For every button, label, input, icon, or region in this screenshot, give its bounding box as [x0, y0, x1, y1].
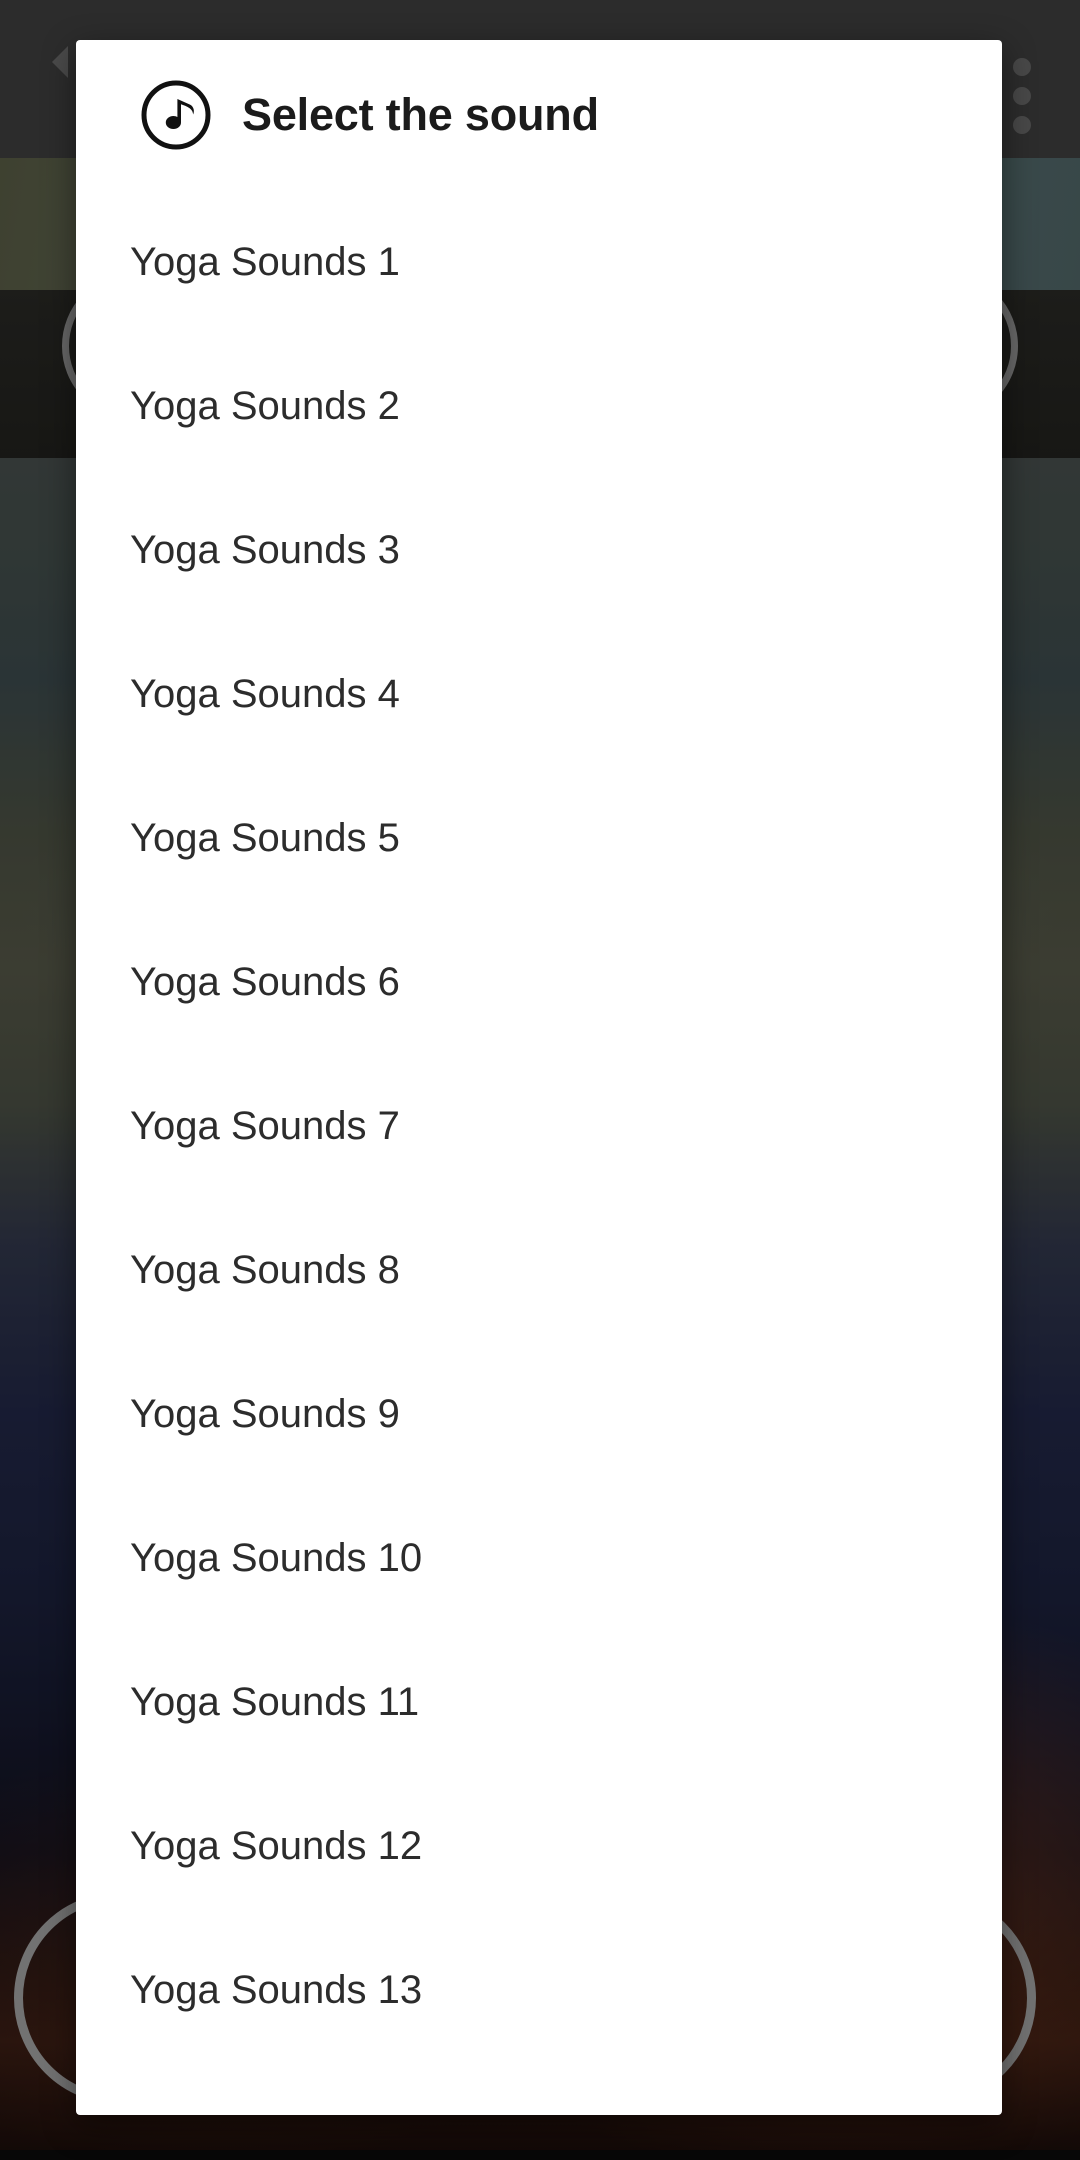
list-item-label: Yoga Sounds 10	[130, 1535, 423, 1580]
list-item-label: Yoga Sounds 7	[130, 1103, 400, 1148]
list-item[interactable]: Yoga Sounds 1	[76, 190, 1002, 334]
page-title: Select the sound	[242, 89, 599, 140]
screen: Select the sound Yoga Sounds 1 Yoga Sound…	[0, 0, 1080, 2160]
list-item-label: Yoga Sounds 1	[130, 239, 400, 284]
list-item[interactable]: Yoga Sounds 6	[76, 910, 1002, 1054]
list-item-label: Yoga Sounds 3	[130, 527, 400, 572]
list-item-label: Yoga Sounds 9	[130, 1391, 400, 1436]
list-item[interactable]: Yoga Sounds 9	[76, 1342, 1002, 1486]
list-item[interactable]: Yoga Sounds 12	[76, 1774, 1002, 1918]
list-item[interactable]: Yoga Sounds 2	[76, 334, 1002, 478]
list-item[interactable]: Yoga Sounds 8	[76, 1198, 1002, 1342]
list-item[interactable]: Yoga Sounds 5	[76, 766, 1002, 910]
list-item[interactable]: Yoga Sounds 3	[76, 478, 1002, 622]
list-item-label: Yoga Sounds 6	[130, 959, 400, 1004]
list-item[interactable]: Yoga Sounds 13	[76, 1918, 1002, 2062]
list-item-label: Yoga Sounds 11	[130, 1679, 420, 1724]
list-item-label: Yoga Sounds 4	[130, 671, 400, 716]
dialog-header: Select the sound	[76, 40, 1002, 190]
sound-list[interactable]: Yoga Sounds 1 Yoga Sounds 2 Yoga Sounds 3 Y…	[76, 190, 1002, 2115]
list-item-label: Yoga Sounds 12	[130, 1823, 423, 1868]
select-sound-dialog: Select the sound Yoga Sounds 1 Yoga Sound…	[76, 40, 1002, 2115]
list-item-label: Yoga Sounds 5	[130, 815, 400, 860]
list-item-label: Yoga Sounds 13	[130, 1967, 423, 2012]
list-item[interactable]: Yoga Sounds 10	[76, 1486, 1002, 1630]
list-item-label: Yoga Sounds 2	[130, 383, 400, 428]
list-item[interactable]: Yoga Sounds 7	[76, 1054, 1002, 1198]
list-item-label: Yoga Sounds 8	[130, 1247, 400, 1292]
list-item[interactable]: Yoga Sounds 11	[76, 1630, 1002, 1774]
list-item[interactable]: Yoga Sounds 4	[76, 622, 1002, 766]
music-note-icon	[138, 77, 214, 153]
